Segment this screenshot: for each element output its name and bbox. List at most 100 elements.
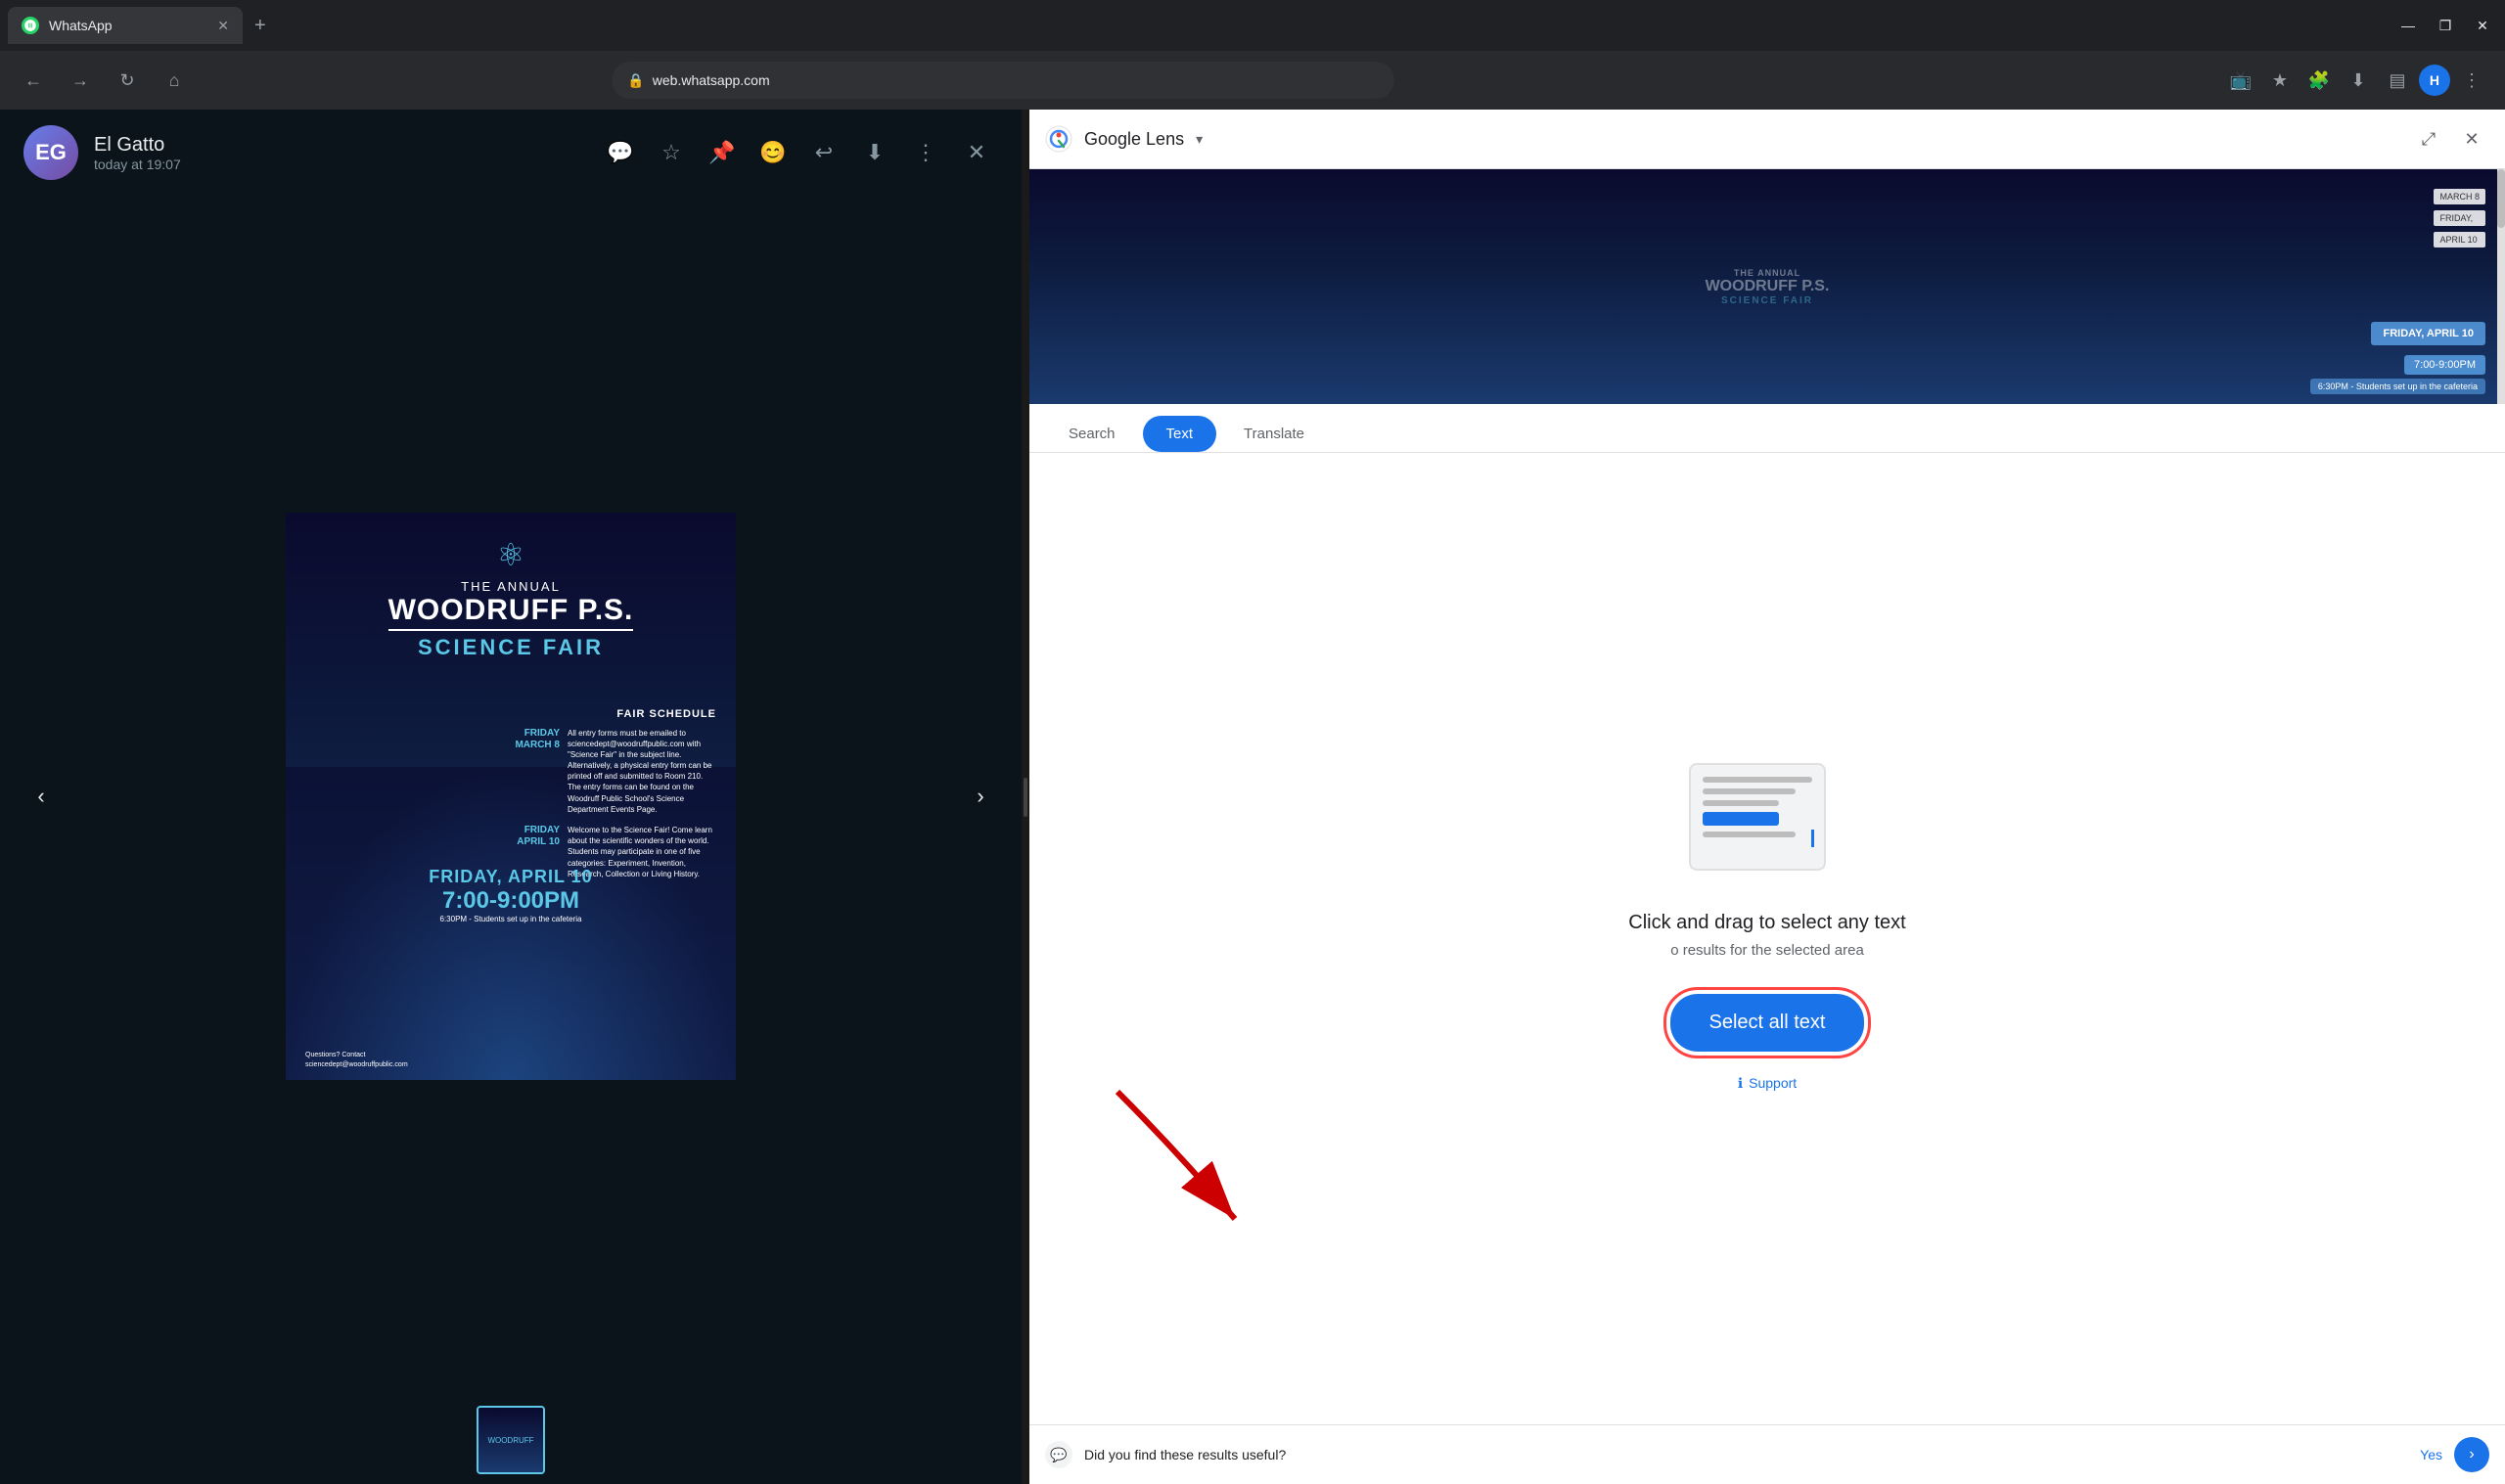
- lens-scrollbar-thumb: [2497, 169, 2505, 228]
- url-bar[interactable]: 🔒 web.whatsapp.com: [612, 62, 1394, 99]
- lens-logo-icon: [1045, 125, 1072, 153]
- poster-footer-line1: Questions? Contact: [305, 1051, 408, 1060]
- main-content: EG El Gatto today at 19:07 💬 ☆ 📌 😊 ↩ ⬇ ⋮…: [0, 110, 2505, 1484]
- pin-icon[interactable]: 📌: [701, 131, 744, 174]
- doc-line-5: [1703, 832, 1796, 837]
- document-lines: [1703, 777, 1812, 837]
- sender-name: El Gatto: [94, 134, 583, 157]
- support-link[interactable]: ℹ Support: [1738, 1075, 1797, 1092]
- splitter-handle: [1024, 778, 1027, 817]
- doc-cursor: [1811, 830, 1814, 847]
- sidebar-icon[interactable]: ▤: [2380, 63, 2415, 98]
- star-icon[interactable]: ☆: [650, 131, 693, 174]
- next-image-button[interactable]: ›: [955, 771, 1006, 822]
- lens-header-actions: ⤢ ✕: [2411, 121, 2489, 157]
- feedback-question: Did you find these results useful?: [1084, 1447, 2408, 1462]
- feedback-bar: 💬 Did you find these results useful? Yes…: [1029, 1424, 2505, 1484]
- tab-title: WhatsApp: [49, 18, 207, 33]
- select-all-text-button[interactable]: Select all text: [1670, 994, 1865, 1052]
- feedback-icon: 💬: [1045, 1441, 1072, 1468]
- cast-icon[interactable]: 📺: [2223, 63, 2258, 98]
- doc-line-1: [1703, 777, 1812, 783]
- maximize-button[interactable]: ❐: [2431, 11, 2460, 40]
- emoji-icon[interactable]: 😊: [752, 131, 795, 174]
- schedule-date-1: FRIDAYMARCH 8: [501, 728, 560, 816]
- preview-highlight-note: 6:30PM - Students set up in the cafeteri…: [2310, 379, 2485, 394]
- chat-icon[interactable]: 💬: [599, 131, 642, 174]
- preview-highlight-date: FRIDAY, APRIL 10: [2371, 322, 2485, 345]
- poster-subtitle: THE ANNUAL: [461, 579, 561, 594]
- science-fair-poster: ⚛ THE ANNUAL WOODRUFF P.S. SCIENCE FAIR …: [286, 513, 736, 1080]
- document-icon-wrapper: [1689, 763, 1845, 880]
- image-viewer: ‹ ⚛ THE ANNUAL WOODRUFF P.S. SCIENCE FAI…: [0, 196, 1022, 1396]
- poster-footer: Questions? Contact sciencedept@woodruffp…: [305, 1051, 408, 1070]
- tab-close-button[interactable]: ✕: [217, 18, 229, 34]
- reload-button[interactable]: ↻: [110, 63, 145, 98]
- whatsapp-area: EG El Gatto today at 19:07 💬 ☆ 📌 😊 ↩ ⬇ ⋮…: [0, 110, 1022, 1484]
- forward-msg-icon[interactable]: ↩: [802, 131, 845, 174]
- preview-highlight-time: 7:00-9:00PM: [2404, 355, 2485, 375]
- poster-science: SCIENCE FAIR: [418, 635, 604, 660]
- security-icon: 🔒: [627, 72, 644, 89]
- message-time: today at 19:07: [94, 157, 583, 172]
- support-label: Support: [1749, 1075, 1797, 1091]
- preview-text-1: MARCH 8: [2434, 189, 2485, 204]
- instruction-main: Click and drag to select any text: [1628, 912, 1905, 934]
- tab-translate[interactable]: Translate: [1220, 416, 1328, 452]
- extensions-icon[interactable]: 🧩: [2301, 63, 2337, 98]
- browser-titlebar: WhatsApp ✕ + — ❐ ✕: [0, 0, 2505, 51]
- lens-image-preview: THE ANNUAL WOODRUFF P.S. SCIENCE FAIR MA…: [1029, 169, 2505, 404]
- tab-text[interactable]: Text: [1143, 416, 1217, 452]
- header-actions: 💬 ☆ 📌 😊 ↩ ⬇ ⋮ ✕: [599, 131, 998, 174]
- poster-big-note: 6:30PM - Students set up in the cafeteri…: [305, 915, 716, 923]
- lens-dropdown-icon[interactable]: ▾: [1196, 131, 1203, 148]
- poster-big-date-area: FRIDAY, APRIL 10 7:00-9:00PM 6:30PM - St…: [305, 867, 716, 923]
- poster-footer-line2: sciencedept@woodruffpublic.com: [305, 1060, 408, 1070]
- close-lens-icon[interactable]: ✕: [2454, 121, 2489, 157]
- toolbar-icons: 📺 ★ 🧩 ⬇ ▤ H ⋮: [2223, 63, 2489, 98]
- home-button[interactable]: ⌂: [157, 63, 192, 98]
- feedback-next-button[interactable]: ›: [2454, 1437, 2489, 1472]
- more-options-icon[interactable]: ⋮: [904, 131, 947, 174]
- tab-search[interactable]: Search: [1045, 416, 1139, 452]
- lens-scrollbar[interactable]: [2497, 169, 2505, 404]
- close-viewer-icon[interactable]: ✕: [955, 131, 998, 174]
- thumbnail-item[interactable]: WOODRUFF: [477, 1406, 545, 1474]
- download-icon[interactable]: ⬇: [853, 131, 896, 174]
- lens-content: Click and drag to select any text o resu…: [1029, 453, 2505, 1424]
- schedule-item-1: FRIDAYMARCH 8 All entry forms must be em…: [501, 728, 716, 816]
- prev-image-button[interactable]: ‹: [16, 771, 67, 822]
- sender-avatar: EG: [23, 125, 78, 180]
- close-button[interactable]: ✕: [2468, 11, 2497, 40]
- active-tab[interactable]: WhatsApp ✕: [8, 7, 243, 44]
- lens-preview-image: THE ANNUAL WOODRUFF P.S. SCIENCE FAIR MA…: [1029, 169, 2505, 404]
- feedback-yes-button[interactable]: Yes: [2420, 1447, 2442, 1462]
- menu-icon[interactable]: ⋮: [2454, 63, 2489, 98]
- forward-button[interactable]: →: [63, 63, 98, 98]
- back-button[interactable]: ←: [16, 63, 51, 98]
- atom-icon: ⚛: [497, 536, 525, 573]
- doc-line-3: [1703, 800, 1779, 806]
- doc-line-selected: [1703, 812, 1779, 826]
- thumbnail-strip: WOODRUFF: [0, 1396, 1022, 1484]
- panel-splitter[interactable]: [1022, 110, 1029, 1484]
- lens-panel: Google Lens ▾ ⤢ ✕ THE ANNUAL WOODRUFF P.…: [1029, 110, 2505, 1484]
- downloads-icon[interactable]: ⬇: [2341, 63, 2376, 98]
- document-icon: [1689, 763, 1826, 871]
- minimize-button[interactable]: —: [2393, 11, 2423, 40]
- lens-header: Google Lens ▾ ⤢ ✕: [1029, 110, 2505, 169]
- profile-avatar[interactable]: H: [2419, 65, 2450, 96]
- preview-text-3: APRIL 10: [2434, 232, 2485, 247]
- poster-big-date: FRIDAY, APRIL 10: [305, 867, 716, 887]
- red-arrow-annotation: [1039, 1072, 1333, 1268]
- sender-info: El Gatto today at 19:07: [94, 134, 583, 172]
- new-tab-button[interactable]: +: [243, 15, 278, 37]
- lens-logo: [1045, 125, 1072, 153]
- instruction-sub: o results for the selected area: [1670, 942, 1864, 959]
- open-new-window-icon[interactable]: ⤢: [2411, 121, 2446, 157]
- bookmark-icon[interactable]: ★: [2262, 63, 2298, 98]
- preview-overlay-text: MARCH 8 FRIDAY, APRIL 10: [2434, 189, 2485, 247]
- url-text: web.whatsapp.com: [653, 72, 770, 88]
- schedule-area: FAIR SCHEDULE FRIDAYMARCH 8 All entry fo…: [501, 708, 716, 889]
- schedule-title: FAIR SCHEDULE: [501, 708, 716, 720]
